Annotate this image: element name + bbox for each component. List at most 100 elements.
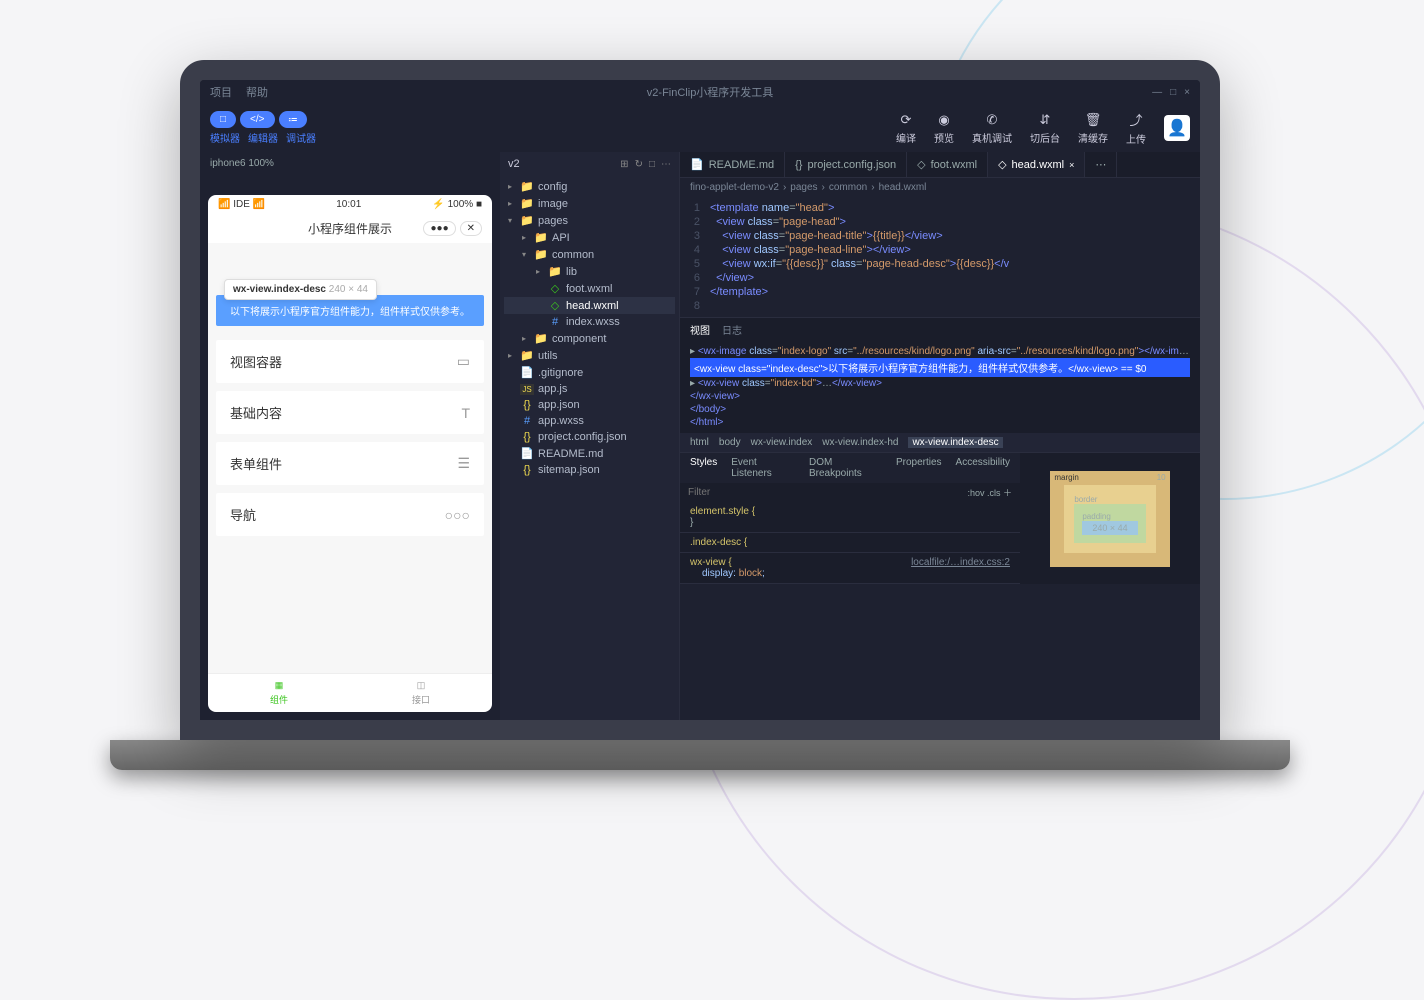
tree-item[interactable]: ▸📁config: [504, 178, 675, 195]
line-number: 8: [680, 300, 710, 312]
tabbar-item[interactable]: ▦组件: [208, 674, 350, 712]
tree-item[interactable]: ▸📁API: [504, 229, 675, 246]
styles-tab[interactable]: Accessibility: [956, 457, 1010, 479]
dom-node[interactable]: ▸ <wx-image class="index-logo" src="../r…: [690, 345, 1190, 358]
refresh-icon[interactable]: ↻: [635, 159, 643, 170]
dom-node[interactable]: </body>: [690, 403, 1190, 416]
window-title: v2-FinClip小程序开发工具: [268, 84, 1152, 100]
tree-item[interactable]: ◇head.wxml: [504, 297, 675, 314]
arrow-icon: ▸: [536, 267, 544, 276]
line-number: 6: [680, 272, 710, 284]
menu-dots-icon[interactable]: ●●●: [423, 221, 455, 236]
tree-item[interactable]: ▾📁common: [504, 246, 675, 263]
toolbar-action[interactable]: ✆真机调试: [972, 112, 1012, 145]
close-icon[interactable]: ×: [1184, 87, 1190, 98]
editor-toggle[interactable]: </>: [240, 111, 274, 128]
dom-inspector[interactable]: ▸ <wx-image class="index-logo" src="../r…: [680, 341, 1200, 433]
toolbar-action[interactable]: ⇵切后台: [1030, 112, 1060, 145]
dom-node[interactable]: </wx-view>: [690, 390, 1190, 403]
tree-item[interactable]: ▸📁lib: [504, 263, 675, 280]
css-rule[interactable]: element.style {}: [680, 502, 1020, 533]
styles-tab[interactable]: Properties: [896, 457, 942, 479]
avatar[interactable]: 👤: [1164, 115, 1190, 141]
tree-item[interactable]: {}app.json: [504, 397, 675, 413]
card-icon: ☰: [457, 455, 470, 472]
path-segment[interactable]: wx-view.index-hd: [822, 437, 898, 448]
toolbar-action[interactable]: ⤴上传: [1126, 110, 1146, 146]
arrow-icon: ▾: [522, 250, 530, 259]
simulator-toggle[interactable]: □: [210, 111, 236, 128]
line-number: 7: [680, 286, 710, 298]
simulator-panel: iphone6 100% 📶 IDE 📶 10:01 ⚡ 100% ■ 小程序组…: [200, 152, 500, 720]
more-icon[interactable]: ⋯: [661, 159, 671, 170]
card-icon: T: [461, 405, 470, 421]
toolbar-action[interactable]: 🗑清缓存: [1078, 112, 1108, 145]
toolbar-action[interactable]: ◉预览: [934, 112, 954, 145]
tree-item[interactable]: #app.wxss: [504, 413, 675, 429]
menu-help[interactable]: 帮助: [246, 84, 268, 100]
css-rule[interactable]: wx-view {localfile:/…index.css:2display:…: [680, 553, 1020, 584]
path-segment[interactable]: wx-view.index: [751, 437, 813, 448]
editor-tab[interactable]: ◇head.wxml×: [988, 152, 1085, 177]
code-editor[interactable]: 1<template name="head">2 <view class="pa…: [680, 197, 1200, 317]
editor-tab[interactable]: {}project.config.json: [785, 152, 907, 177]
menu-card[interactable]: 视图容器▭: [216, 340, 484, 383]
styles-tab[interactable]: DOM Breakpoints: [809, 457, 882, 479]
line-number: 2: [680, 216, 710, 228]
tree-item[interactable]: ▸📁image: [504, 195, 675, 212]
collapse-icon[interactable]: □: [649, 159, 655, 170]
arrow-icon: ▸: [522, 334, 530, 343]
dom-node[interactable]: </html>: [690, 416, 1190, 429]
tab-icon: ▦: [275, 680, 284, 691]
element-path[interactable]: html body wx-view.index wx-view.index-hd wx-…: [680, 433, 1200, 452]
file-type-icon: ◇: [548, 299, 562, 312]
tree-item[interactable]: ▸📁component: [504, 330, 675, 347]
tree-item[interactable]: 📄.gitignore: [504, 364, 675, 381]
file-type-icon: 📁: [520, 180, 534, 193]
editor-tab[interactable]: 📄README.md: [680, 152, 785, 177]
explorer-root[interactable]: v2: [508, 158, 520, 170]
devtools-panel: 视图 日志 ▸ <wx-image class="index-logo" src…: [680, 317, 1200, 584]
maximize-icon[interactable]: □: [1170, 87, 1176, 98]
tabs-more-icon[interactable]: ⋯: [1085, 152, 1117, 177]
path-segment[interactable]: body: [719, 437, 741, 448]
tree-item[interactable]: ▾📁pages: [504, 212, 675, 229]
tree-item[interactable]: JSapp.js: [504, 381, 675, 397]
box-model: margin 10 border padding 240 × 44: [1020, 453, 1200, 584]
card-icon: ○○○: [445, 507, 470, 523]
debugger-toggle[interactable]: ⩴: [279, 111, 308, 128]
path-segment[interactable]: html: [690, 437, 709, 448]
editor-tab[interactable]: ◇foot.wxml: [907, 152, 988, 177]
tree-item[interactable]: ▸📁utils: [504, 347, 675, 364]
tab-file-icon: ◇: [998, 158, 1006, 171]
styles-tab[interactable]: Styles: [690, 457, 717, 479]
styles-tab[interactable]: Event Listeners: [731, 457, 795, 479]
menu-card[interactable]: 导航○○○: [216, 493, 484, 536]
close-tab-icon[interactable]: ×: [1069, 160, 1074, 170]
minimize-icon[interactable]: —: [1152, 87, 1162, 98]
styles-filter-opts[interactable]: :hov .cls ＋: [967, 486, 1012, 499]
styles-filter-input[interactable]: [688, 487, 967, 498]
path-segment[interactable]: wx-view.index-desc: [908, 437, 1002, 448]
devtools-tab-log[interactable]: 日志: [722, 322, 742, 337]
tree-item[interactable]: #index.wxss: [504, 314, 675, 330]
close-app-icon[interactable]: ✕: [460, 221, 482, 236]
tree-item[interactable]: ◇foot.wxml: [504, 280, 675, 297]
menu-card[interactable]: 表单组件☰: [216, 442, 484, 485]
line-number: 3: [680, 230, 710, 242]
tabbar-item[interactable]: ◫接口: [350, 674, 492, 712]
tree-item[interactable]: {}sitemap.json: [504, 462, 675, 478]
devtools-tab-view[interactable]: 视图: [690, 322, 710, 337]
menu-card[interactable]: 基础内容T: [216, 391, 484, 434]
tree-item[interactable]: 📄README.md: [504, 445, 675, 462]
breadcrumb[interactable]: fino-applet-demo-v2›pages›common›head.wx…: [680, 178, 1200, 197]
status-time: 10:01: [336, 199, 361, 210]
toolbar-action[interactable]: ⟳编译: [896, 112, 916, 145]
dom-node[interactable]: <wx-view class="index-desc">以下将展示小程序官方组件…: [690, 358, 1190, 377]
new-file-icon[interactable]: ⊞: [620, 159, 628, 170]
menu-project[interactable]: 项目: [210, 84, 232, 100]
tree-item[interactable]: {}project.config.json: [504, 429, 675, 445]
css-rule[interactable]: .index-desc {</span></div><div class="cs…: [680, 533, 1020, 553]
dom-node[interactable]: ▸ <wx-view class="index-bd">…</wx-view>: [690, 377, 1190, 390]
action-icon: ◉: [938, 112, 949, 128]
